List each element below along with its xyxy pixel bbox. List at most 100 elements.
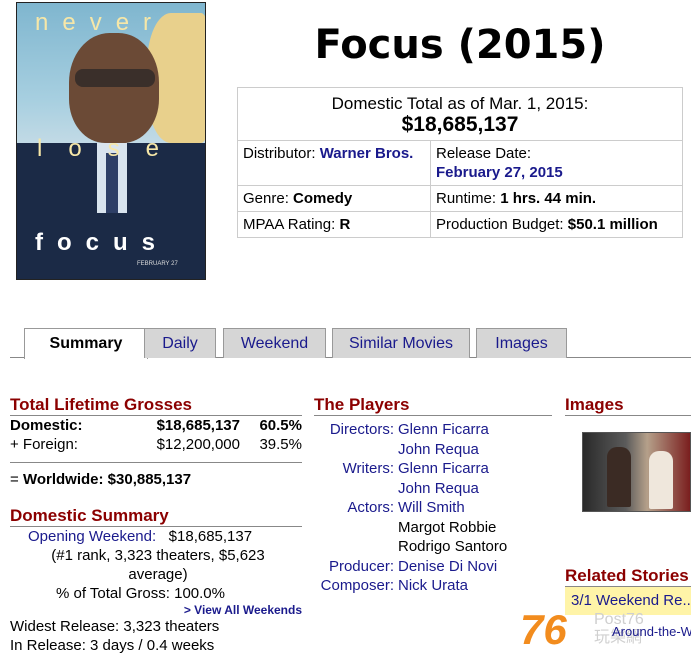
page-title: Focus (2015) xyxy=(314,22,606,68)
pct-total-label: % of Total Gross: xyxy=(56,585,170,602)
distributor-cell: Distributor: Warner Bros. xyxy=(237,140,431,186)
still-figure-1 xyxy=(607,447,631,507)
release-date-link[interactable]: February 27, 2015 xyxy=(436,164,563,181)
lifetime-grosses-section: Total Lifetime Grosses Domestic: $18,685… xyxy=(10,395,302,488)
player-role xyxy=(314,479,398,499)
worldwide-label: Worldwide: xyxy=(22,471,104,488)
player-role xyxy=(314,537,398,557)
player-link[interactable]: Glenn Ficarra xyxy=(398,460,489,477)
runtime-label: Runtime: xyxy=(436,190,497,207)
player-link[interactable]: Denise Di Novi xyxy=(398,558,497,575)
tab-similar-movies[interactable]: Similar Movies xyxy=(332,328,470,358)
tab-images[interactable]: Images xyxy=(476,328,567,358)
movie-still-thumbnail[interactable] xyxy=(582,432,691,512)
lifetime-heading: Total Lifetime Grosses xyxy=(10,395,302,416)
player-name: Rodrigo Santoro xyxy=(398,538,508,555)
runtime-value: 1 hrs. 44 min. xyxy=(500,190,597,207)
related-stories-heading: Related Stories xyxy=(565,566,691,587)
foreign-row: + Foreign: $12,200,000 39.5% xyxy=(10,435,302,454)
player-role: Writers: xyxy=(342,460,394,477)
player-link[interactable]: Glenn Ficarra xyxy=(398,421,489,438)
watermark-number: 76 xyxy=(520,606,567,653)
domestic-total-label: Domestic Total as of Mar. 1, 2015: xyxy=(331,94,589,113)
genre-cell: Genre: Comedy xyxy=(237,185,431,212)
player-role: Actors: xyxy=(347,499,394,516)
player-role xyxy=(314,518,398,538)
player-name: Margot Robbie xyxy=(398,518,497,536)
player-role: Composer: xyxy=(320,577,394,594)
domestic-summary-section: Domestic Summary Opening Weekend: $18,68… xyxy=(10,506,302,655)
player-row: Margot Robbie xyxy=(314,518,507,538)
opening-weekend-row: Opening Weekend: $18,685,137 xyxy=(10,527,302,546)
player-link[interactable]: John Requa xyxy=(398,480,479,497)
runtime-cell: Runtime: 1 hrs. 44 min. xyxy=(430,185,683,212)
watermark-logo: 76 Post76 玩樂網 Around-the-W xyxy=(520,606,691,656)
foreign-pct: 39.5% xyxy=(259,436,302,453)
pct-total-value: 100.0% xyxy=(174,585,225,602)
player-row: Composer: Nick Urata xyxy=(314,576,507,596)
player-link[interactable]: Nick Urata xyxy=(398,577,468,594)
tab-weekend[interactable]: Weekend xyxy=(223,328,326,358)
foreign-label: + Foreign: xyxy=(10,436,78,453)
widest-release: Widest Release: 3,323 theaters xyxy=(10,618,220,635)
player-row: John Requa xyxy=(314,479,507,499)
players-heading: The Players xyxy=(314,395,552,416)
player-row: John Requa xyxy=(314,440,507,460)
player-role: Directors: xyxy=(329,421,394,438)
mpaa-cell: MPAA Rating: R xyxy=(237,211,431,238)
view-all-weekends-link[interactable]: > View All Weekends xyxy=(184,603,302,617)
distributor-label: Distributor: xyxy=(243,145,316,162)
genre-label: Genre: xyxy=(243,190,289,207)
foreign-value: $12,200,000 xyxy=(156,436,240,453)
poster-tagline-lose: lose xyxy=(37,135,186,162)
images-heading: Images xyxy=(565,395,691,416)
release-date-cell: Release Date: February 27, 2015 xyxy=(430,140,683,186)
distributor-link[interactable]: Warner Bros. xyxy=(320,145,414,162)
worldwide-prefix: = xyxy=(10,471,19,488)
tab-bar: Summary Daily Weekend Similar Movies Ima… xyxy=(10,328,691,359)
tab-daily[interactable]: Daily xyxy=(144,328,216,358)
watermark-overlay-text: Around-the-W xyxy=(612,624,691,639)
mpaa-label: MPAA Rating: xyxy=(243,216,336,233)
budget-label: Production Budget: xyxy=(436,216,564,233)
player-role xyxy=(314,440,398,460)
domestic-value: $18,685,137 xyxy=(156,417,240,434)
opening-weekend-link[interactable]: Opening Weekend: xyxy=(28,528,156,545)
domestic-label: Domestic: xyxy=(10,417,83,434)
domestic-summary-heading: Domestic Summary xyxy=(10,506,302,527)
tab-summary[interactable]: Summary xyxy=(24,328,148,359)
still-figure-2 xyxy=(649,451,673,509)
budget-cell: Production Budget: $50.1 million xyxy=(430,211,683,238)
player-row: Producer: Denise Di Novi xyxy=(314,557,507,577)
in-release: In Release: 3 days / 0.4 weeks xyxy=(10,637,215,654)
poster-sunglasses xyxy=(75,69,155,87)
worldwide-value: $30,885,137 xyxy=(107,471,192,488)
opening-weekend-value: $18,685,137 xyxy=(168,528,253,545)
mpaa-value: R xyxy=(339,216,351,233)
movie-info-table: Domestic Total as of Mar. 1, 2015: $18,6… xyxy=(237,87,683,238)
worldwide-row: = Worldwide: $30,885,137 xyxy=(10,462,302,488)
movie-poster: never lose focus FEBRUARY 27 xyxy=(16,2,206,280)
watermark-graphic: 76 Post76 玩樂網 Around-the-W xyxy=(520,606,691,653)
player-row: Rodrigo Santoro xyxy=(314,537,507,557)
players-section: The Players Directors: Glenn Ficarra John… xyxy=(314,395,552,596)
domestic-row: Domestic: $18,685,137 60.5% xyxy=(10,416,302,435)
lifetime-table: Domestic: $18,685,137 60.5% + Foreign: $… xyxy=(10,416,302,454)
related-stories-section: Related Stories xyxy=(565,566,691,587)
poster-date: FEBRUARY 27 xyxy=(137,261,178,267)
pct-total-row: % of Total Gross: 100.0% xyxy=(10,584,302,603)
poster-tagline-never: never xyxy=(35,9,166,36)
player-link[interactable]: Will Smith xyxy=(398,499,465,516)
player-link[interactable]: John Requa xyxy=(398,441,479,458)
players-table: Directors: Glenn Ficarra John Requa Write… xyxy=(314,420,508,596)
player-role: Producer: xyxy=(328,557,394,575)
poster-figure-man xyxy=(69,33,159,143)
player-row: Actors: Will Smith xyxy=(314,498,507,518)
budget-value: $50.1 million xyxy=(567,216,658,233)
release-date-label: Release Date: xyxy=(436,145,532,162)
domestic-total-value: $18,685,137 xyxy=(401,113,519,136)
opening-weekend-detail: (#1 rank, 3,323 theaters, $5,623 average… xyxy=(51,547,265,583)
domestic-total-cell: Domestic Total as of Mar. 1, 2015: $18,6… xyxy=(237,87,683,141)
images-section: Images xyxy=(565,395,691,416)
player-row: Directors: Glenn Ficarra xyxy=(314,420,507,440)
